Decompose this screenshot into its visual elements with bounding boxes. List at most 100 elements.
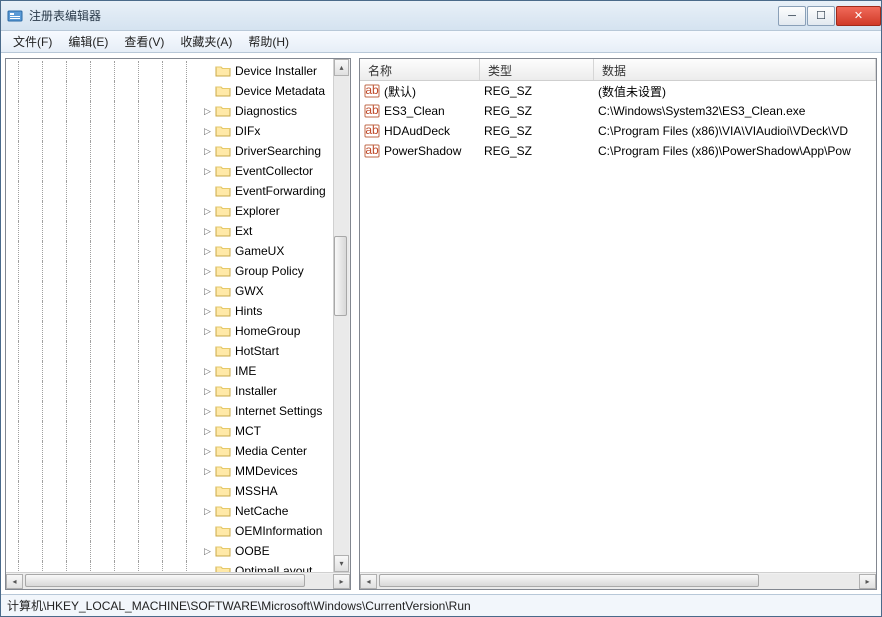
tree-item[interactable]: MSSHA — [10, 481, 350, 501]
expander-icon[interactable]: ▷ — [202, 366, 213, 377]
scroll-right-button[interactable]: ▸ — [859, 574, 876, 589]
expander-icon[interactable]: ▷ — [202, 166, 213, 177]
tree-item[interactable]: ▷ EventCollector — [10, 161, 350, 181]
list-horizontal-scrollbar[interactable]: ◂ ▸ — [360, 572, 876, 589]
tree-item[interactable]: OptimalLayout — [10, 561, 350, 572]
scroll-track[interactable] — [334, 76, 349, 555]
tree-item[interactable]: ▷GWX — [10, 281, 350, 301]
expander-icon[interactable]: ▷ — [202, 506, 213, 517]
expander-icon[interactable]: ▷ — [202, 546, 213, 557]
string-value-icon: ab — [364, 83, 380, 99]
tree-item[interactable]: ▷ NetCache — [10, 501, 350, 521]
expander-icon[interactable]: ▷ — [202, 406, 213, 417]
folder-icon — [215, 343, 231, 359]
minimize-button[interactable]: ─ — [778, 6, 806, 26]
expander-icon — [202, 526, 213, 537]
tree-item-label: DIFx — [235, 124, 260, 138]
tree-item[interactable]: HotStart — [10, 341, 350, 361]
scroll-track[interactable] — [377, 574, 859, 589]
tree-item[interactable]: ▷Hints — [10, 301, 350, 321]
tree-item[interactable]: ▷IME — [10, 361, 350, 381]
expander-icon[interactable]: ▷ — [202, 106, 213, 117]
expander-icon[interactable]: ▷ — [202, 386, 213, 397]
tree-item[interactable]: EventForwarding — [10, 181, 350, 201]
menu-edit[interactable]: 编辑(E) — [60, 31, 116, 52]
tree-item[interactable]: ▷GameUX — [10, 241, 350, 261]
expander-icon[interactable]: ▷ — [202, 266, 213, 277]
tree-item-label: NetCache — [235, 504, 288, 518]
values-list[interactable]: ab(默认)REG_SZ(数值未设置)abES3_CleanREG_SZC:\W… — [360, 81, 876, 572]
menu-help[interactable]: 帮助(H) — [240, 31, 297, 52]
list-row[interactable]: abPowerShadowREG_SZC:\Program Files (x86… — [360, 141, 876, 161]
tree-item[interactable]: ▷Group Policy — [10, 261, 350, 281]
tree-item-label: Explorer — [235, 204, 280, 218]
column-header-type[interactable]: 类型 — [480, 59, 594, 80]
menu-favorites[interactable]: 收藏夹(A) — [172, 31, 240, 52]
tree-item[interactable]: Device Metadata — [10, 81, 350, 101]
folder-icon — [215, 323, 231, 339]
scroll-right-button[interactable]: ▸ — [333, 574, 350, 589]
expander-icon[interactable]: ▷ — [202, 286, 213, 297]
scroll-thumb[interactable] — [25, 574, 305, 587]
tree-item[interactable]: ▷Diagnostics — [10, 101, 350, 121]
registry-tree: Device InstallerDevice Metadata▷Diagnost… — [6, 59, 350, 572]
column-header-data[interactable]: 数据 — [594, 59, 876, 80]
title-bar[interactable]: 注册表编辑器 ─ ☐ ✕ — [1, 1, 881, 31]
menu-view[interactable]: 查看(V) — [116, 31, 172, 52]
scroll-track[interactable] — [23, 574, 333, 589]
expander-icon[interactable]: ▷ — [202, 426, 213, 437]
folder-icon — [215, 523, 231, 539]
expander-icon[interactable]: ▷ — [202, 226, 213, 237]
tree-item[interactable]: ▷ Explorer — [10, 201, 350, 221]
expander-icon[interactable]: ▷ — [202, 306, 213, 317]
tree-item-label: EventCollector — [235, 164, 313, 178]
tree-horizontal-scrollbar[interactable]: ◂ ▸ — [6, 572, 350, 589]
tree-item[interactable]: ▷Internet Settings — [10, 401, 350, 421]
folder-icon — [215, 103, 231, 119]
list-row[interactable]: abHDAudDeckREG_SZC:\Program Files (x86)\… — [360, 121, 876, 141]
tree-item[interactable]: Device Installer — [10, 61, 350, 81]
expander-icon[interactable]: ▷ — [202, 126, 213, 137]
value-data: C:\Program Files (x86)\PowerShadow\App\P… — [598, 144, 876, 158]
scroll-left-button[interactable]: ◂ — [360, 574, 377, 589]
scroll-down-button[interactable]: ▾ — [334, 555, 349, 572]
string-value-icon: ab — [364, 103, 380, 119]
tree-item[interactable]: ▷ DriverSearching — [10, 141, 350, 161]
scroll-thumb[interactable] — [379, 574, 759, 587]
expander-icon[interactable]: ▷ — [202, 246, 213, 257]
tree-item[interactable]: ▷ DIFx — [10, 121, 350, 141]
tree-item-label: DriverSearching — [235, 144, 321, 158]
expander-icon[interactable]: ▷ — [202, 146, 213, 157]
tree-item[interactable]: ▷Media Center — [10, 441, 350, 461]
maximize-button[interactable]: ☐ — [807, 6, 835, 26]
tree-vertical-scrollbar[interactable]: ▴ ▾ — [333, 59, 350, 572]
folder-icon — [215, 223, 231, 239]
expander-icon[interactable]: ▷ — [202, 466, 213, 477]
expander-icon[interactable]: ▷ — [202, 206, 213, 217]
menu-file[interactable]: 文件(F) — [5, 31, 60, 52]
tree-item[interactable]: ▷HomeGroup — [10, 321, 350, 341]
expander-icon[interactable]: ▷ — [202, 446, 213, 457]
tree-item[interactable]: OEMInformation — [10, 521, 350, 541]
svg-text:ab: ab — [365, 83, 379, 97]
list-row[interactable]: ab(默认)REG_SZ(数值未设置) — [360, 81, 876, 101]
list-row[interactable]: abES3_CleanREG_SZC:\Windows\System32\ES3… — [360, 101, 876, 121]
column-header-name[interactable]: 名称 — [360, 59, 480, 80]
tree-item-label: MSSHA — [235, 484, 278, 498]
tree-item[interactable]: ▷OOBE — [10, 541, 350, 561]
folder-icon — [215, 123, 231, 139]
folder-icon — [215, 403, 231, 419]
folder-icon — [215, 283, 231, 299]
tree-item[interactable]: ▷Installer — [10, 381, 350, 401]
value-name: PowerShadow — [384, 144, 461, 158]
scroll-left-button[interactable]: ◂ — [6, 574, 23, 589]
close-button[interactable]: ✕ — [836, 6, 881, 26]
tree-item[interactable]: ▷MCT — [10, 421, 350, 441]
tree-scroll[interactable]: Device InstallerDevice Metadata▷Diagnost… — [6, 59, 350, 572]
value-type: REG_SZ — [484, 84, 598, 98]
tree-item[interactable]: ▷MMDevices — [10, 461, 350, 481]
scroll-up-button[interactable]: ▴ — [334, 59, 349, 76]
tree-item[interactable]: ▷Ext — [10, 221, 350, 241]
expander-icon[interactable]: ▷ — [202, 326, 213, 337]
scroll-thumb[interactable] — [334, 236, 347, 316]
